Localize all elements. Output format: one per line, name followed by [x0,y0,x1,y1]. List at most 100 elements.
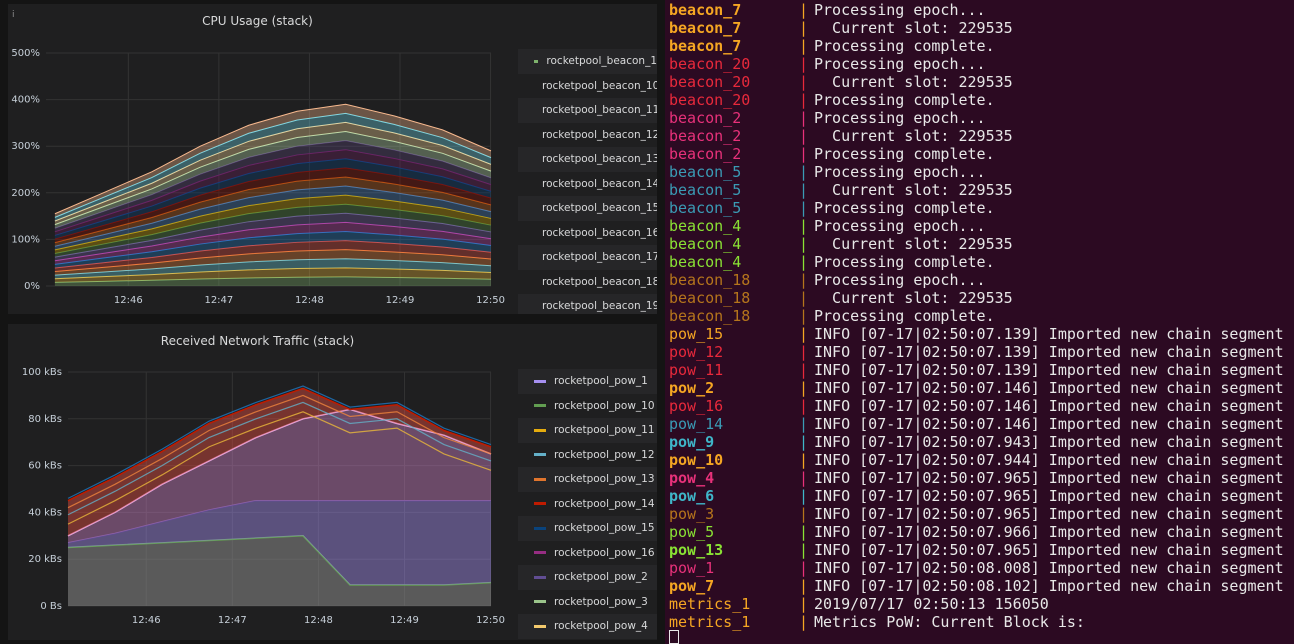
cpu-legend-item[interactable]: rocketpool_beacon_15 [518,196,657,221]
terminal-line: beacon_5 | Current slot: 229535 [669,181,1294,199]
terminal-line: pow_5 | INFO [07-17|02:50:07.966] Imported… [669,523,1294,541]
separator: | [799,523,809,541]
container-name: beacon_4 [669,235,742,253]
net-legend-item[interactable]: rocketpool_pow_11 [518,418,657,443]
separator: | [799,253,809,271]
x-tick-label: 12:50 [476,615,505,626]
container-name: beacon_18 [669,271,751,289]
log-message: Processing complete. [814,199,995,217]
separator: | [799,325,809,343]
log-message: INFO [07-17|02:50:07.139] Imported new c… [814,325,1284,343]
separator: | [799,289,809,307]
terminal-log[interactable]: beacon_7 | Processing epoch... beacon_7 | Cu… [665,0,1294,644]
net-legend-item[interactable]: rocketpool_pow_13 [518,467,657,492]
cpu-legend-item[interactable]: rocketpool_beacon_12 [518,122,657,147]
container-name: beacon_2 [669,127,742,145]
separator: | [799,145,809,163]
cpu-usage-panel[interactable]: i CPU Usage (stack) 0% 100% 200% 300% 400% 50… [8,4,657,314]
log-message: INFO [07-17|02:50:07.139] Imported new c… [814,343,1284,361]
separator: | [799,55,809,73]
log-message: Current slot: 229535 [814,127,1013,145]
x-tick-label: 12:50 [476,295,505,306]
legend-swatch [534,526,546,530]
cpu-legend-item[interactable]: rocketpool_beacon_17 [518,245,657,270]
separator: | [799,541,809,559]
net-legend-item[interactable]: rocketpool_pow_1 [518,369,657,394]
separator: | [799,163,809,181]
log-message: INFO [07-17|02:50:07.943] Imported new c… [814,433,1284,451]
separator: | [799,451,809,469]
y-tick-label: 400% [11,95,40,106]
cpu-legend-item[interactable]: rocketpool_beacon_10 [518,73,657,98]
net-legend-item[interactable]: rocketpool_pow_2 [518,565,657,590]
legend-label: rocketpool_pow_1 [554,375,648,388]
separator: | [799,235,809,253]
separator: | [799,343,809,361]
separator: | [799,397,809,415]
separator: | [799,73,809,91]
cpu-usage-chart[interactable]: 0% 100% 200% 300% 400% 500% 12:46 12:47 12:48 12:… [8,4,518,314]
terminal-line: metrics_1 | 2019/07/17 02:50:13 156050 [669,595,1294,613]
separator: | [799,271,809,289]
log-message: INFO [07-17|02:50:07.966] Imported new c… [814,523,1284,541]
terminal-cursor [669,630,679,644]
legend-label: rocketpool_beacon_17 [542,251,657,264]
x-tick-label: 12:49 [386,295,415,306]
y-tick-label: 40 kBs [28,507,62,518]
net-legend-item[interactable]: rocketpool_pow_16 [518,540,657,565]
container-name: beacon_2 [669,145,742,163]
legend-label: rocketpool_beacon_16 [542,226,657,239]
legend-swatch [534,477,546,481]
terminal-line: pow_6 | INFO [07-17|02:50:07.965] Imported… [669,487,1294,505]
terminal-line: pow_13 | INFO [07-17|02:50:07.965] Importe… [669,541,1294,559]
cpu-legend-item[interactable]: rocketpool_beacon_18 [518,269,657,294]
log-message: Processing complete. [814,253,995,271]
legend-label: rocketpool_pow_14 [554,497,655,510]
network-traffic-panel[interactable]: Received Network Traffic (stack) 0 Bs 20 … [8,324,657,640]
cpu-legend-item[interactable]: rocketpool_beacon_19 [518,294,657,314]
legend-swatch [534,453,546,457]
separator: | [799,595,809,613]
log-message: Processing epoch... [814,217,986,235]
terminal-line: beacon_2 | Current slot: 229535 [669,127,1294,145]
log-message: INFO [07-17|02:50:07.944] Imported new c… [814,451,1284,469]
container-name: beacon_5 [669,181,742,199]
network-traffic-chart[interactable]: 0 Bs 20 kBs 40 kBs 60 kBs 80 kBs 100 kBs 12:46… [8,324,518,640]
cpu-legend-item[interactable]: rocketpool_beacon_1 [518,49,657,74]
terminal-line: pow_14 | INFO [07-17|02:50:07.146] Importe… [669,415,1294,433]
x-tick-label: 12:47 [204,295,233,306]
terminal-line: beacon_7 | Processing complete. [669,37,1294,55]
y-tick-label: 500% [11,48,40,59]
terminal-line: pow_10 | INFO [07-17|02:50:07.944] Importe… [669,451,1294,469]
net-legend-item[interactable]: rocketpool_pow_10 [518,393,657,418]
terminal-line: beacon_4 | Processing epoch... [669,217,1294,235]
legend-label: rocketpool_beacon_11 [542,104,657,117]
net-legend-item[interactable]: rocketpool_pow_3 [518,589,657,614]
container-name: beacon_20 [669,91,751,109]
cpu-legend-item[interactable]: rocketpool_beacon_16 [518,220,657,245]
net-legend-item[interactable]: rocketpool_pow_14 [518,491,657,516]
net-legend-item[interactable]: rocketpool_pow_4 [518,614,657,639]
terminal-line: beacon_18 | Processing complete. [669,307,1294,325]
legend-label: rocketpool_pow_11 [554,424,655,437]
x-tick-label: 12:48 [304,615,333,626]
net-legend-item[interactable]: rocketpool_pow_12 [518,442,657,467]
separator: | [799,127,809,145]
x-tick-label: 12:49 [390,615,419,626]
terminal-line: metrics_1 | Metrics PoW: Current Block is: [669,613,1294,631]
cpu-legend-item[interactable]: rocketpool_beacon_13 [518,147,657,172]
container-name: pow_16 [669,397,724,415]
container-name: pow_14 [669,415,724,433]
container-name: pow_3 [669,505,715,523]
terminal-line: pow_16 | INFO [07-17|02:50:07.146] Importe… [669,397,1294,415]
log-message: Current slot: 229535 [814,181,1013,199]
net-legend-item[interactable]: rocketpool_pow_15 [518,516,657,541]
terminal-line: beacon_7 | Current slot: 229535 [669,19,1294,37]
log-message: Processing epoch... [814,1,986,19]
legend-label: rocketpool_pow_3 [554,595,648,608]
cpu-legend-item[interactable]: rocketpool_beacon_14 [518,171,657,196]
legend-label: rocketpool_beacon_13 [542,153,657,166]
cpu-legend-item[interactable]: rocketpool_beacon_11 [518,98,657,123]
x-tick-label: 12:46 [132,615,161,626]
container-name: beacon_18 [669,289,751,307]
